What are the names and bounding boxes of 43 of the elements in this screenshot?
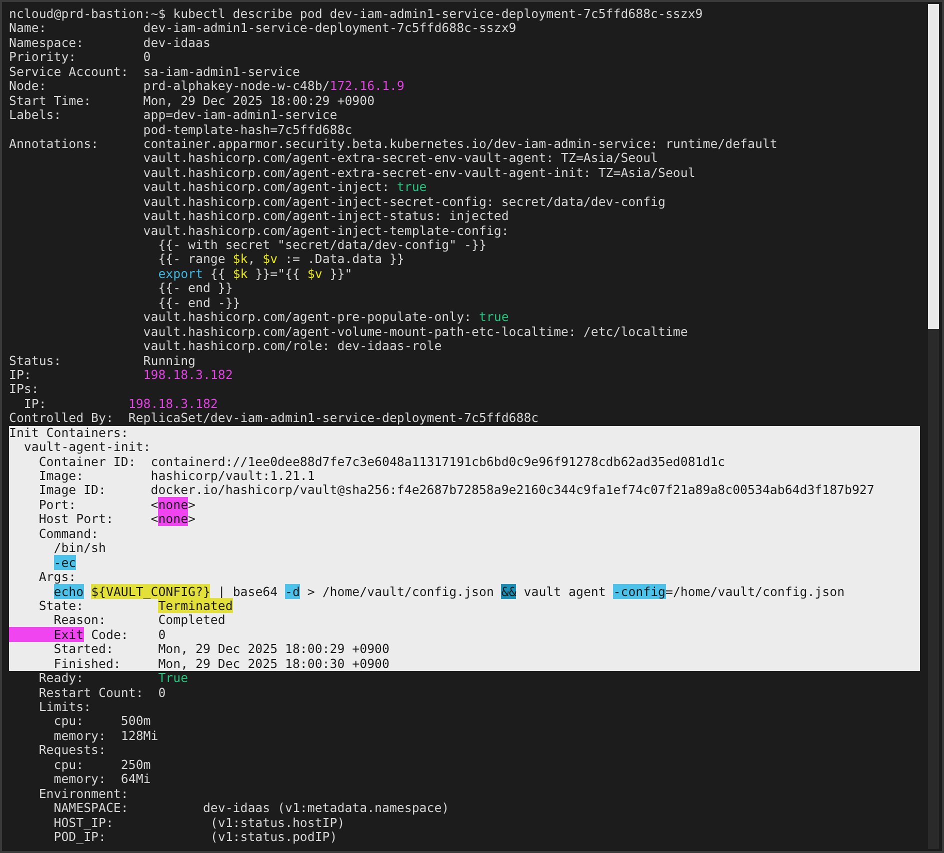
terminal-line: memory: 128Mi: [52, 728, 160, 744]
terminal-line: Limits:: [38, 700, 92, 714]
terminal-line: cpu: 500m: [52, 714, 152, 729]
terminal-line: Service Account: sa-iam-admin1-service: [9, 64, 301, 80]
terminal-line: vault.hashicorp.com/agent-inject-secret-config: secret/data/dev-config: [142, 194, 666, 210]
terminal-line: Restart Count: 0: [38, 686, 167, 700]
scrollbar[interactable]: [928, 4, 939, 849]
terminal-line: vault.hashicorp.com/agent-inject-status: injected: [142, 209, 509, 224]
terminal-line: Requests:: [38, 743, 107, 758]
terminal-line: pod-template-hash=7c5ffd688c: [142, 122, 354, 137]
terminal-line: vault.hashicorp.com/agent-extra-secret-env-vault-agent: TZ=Asia/Seoul: [142, 151, 660, 166]
terminal-line: POD_IP: (v1:status.podIP): [52, 830, 338, 844]
terminal-line: Ready: True: [38, 671, 190, 686]
terminal-line: vault.hashicorp.com/agent-pre-populate-only: true: [142, 310, 510, 325]
terminal-line: export {{ $k }}="{{ $v }}": [157, 266, 354, 282]
terminal-line: cpu: 250m: [54, 758, 152, 772]
terminal-line: Annotations: container.apparmor.security.beta.kubernetes.io/dev-iam-admin-service: runtime/default: [9, 136, 778, 152]
terminal-line: {{- with secret "secret/data/dev-config" -}}: [158, 238, 486, 252]
terminal-line: Controlled By: ReplicaSet/dev-iam-admin1-service-deployment-7c5ffd688c: [9, 411, 540, 426]
terminal-line: Priority: 0: [9, 50, 152, 65]
terminal-line: vault.hashicorp.com/agent-inject: true: [142, 180, 427, 195]
terminal-line: NAMESPACE: dev-idaas (v1:metadata.namespace): [52, 801, 450, 816]
terminal-line: vault.hashicorp.com/agent-volume-mount-path-etc-localtime: /etc/localtime: [142, 324, 689, 340]
terminal-line: Name: dev-iam-admin1-service-deployment-7c5ffd688c-sszx9: [9, 21, 516, 36]
terminal-line: Start Time: Mon, 29 Dec 2025 18:00:29 +0900: [9, 94, 376, 108]
terminal-line: IP: 198.18.3.182: [9, 368, 234, 382]
terminal-line: Status: Running: [9, 354, 196, 368]
terminal-line: ncloud@prd-bastion:~$ kubectl describe pod dev-iam-admin1-service-deployment-7c5ffd688c-sszx9: [9, 7, 704, 22]
terminal-line: {{- end }}: [157, 281, 234, 296]
terminal-line: {{- range $k, $v := .Data.data }}: [157, 252, 404, 267]
terminal-line: Labels: app=dev-iam-admin1-service: [9, 108, 338, 122]
terminal-line: memory: 64Mi: [52, 772, 152, 787]
terminal-line: vault.hashicorp.com/role: dev-idaas-role: [142, 339, 442, 354]
scrollbar-thumb[interactable]: [928, 4, 939, 329]
terminal-line: IPs:: [9, 382, 40, 397]
terminal-line: Node: prd-alphakey-node-w-c48b/172.16.1.9: [9, 79, 406, 94]
terminal-line: IP: 198.18.3.182: [22, 396, 219, 412]
terminal-line: vault.hashicorp.com/agent-extra-secret-env-vault-agent-init: TZ=Asia/Seoul: [142, 166, 696, 180]
terminal-line: vault.hashicorp.com/agent-inject-template-config:: [142, 224, 510, 238]
terminal-line: HOST_IP: (v1:status.hostIP): [52, 816, 345, 830]
terminal-line: Namespace: dev-idaas: [9, 36, 210, 50]
terminal-line: Environment:: [38, 786, 130, 802]
terminal-line: {{- end -}}: [157, 296, 242, 310]
